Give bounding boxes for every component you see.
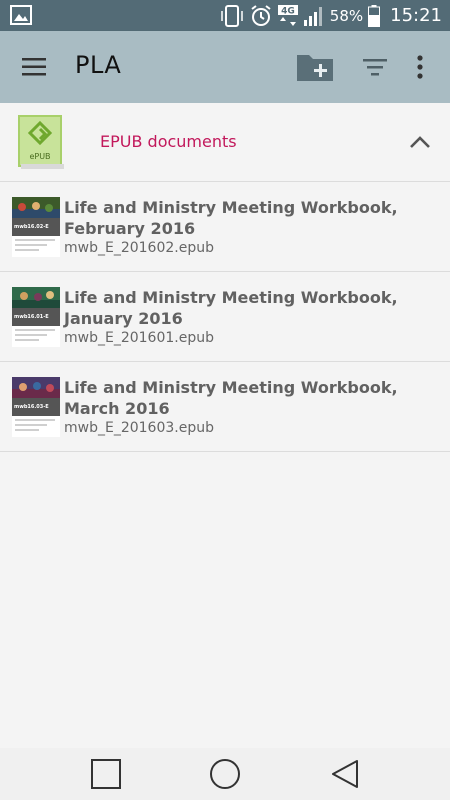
document-list: mwb16.02-E Life and Ministry Meeting Wor… — [0, 182, 450, 452]
battery-percent: 58% — [329, 6, 364, 25]
gallery-notification-icon — [10, 5, 32, 25]
add-folder-icon[interactable] — [295, 51, 335, 83]
thumbnail-lines — [15, 419, 55, 434]
thumbnail-lines — [15, 329, 55, 344]
signal-icon — [303, 6, 322, 26]
system-nav-bar — [0, 748, 450, 800]
more-vert-icon[interactable] — [408, 53, 432, 81]
epub-logo-text: ePUB — [29, 152, 50, 161]
thumbnail-photo — [12, 197, 60, 218]
chevron-up-icon[interactable] — [406, 131, 434, 153]
app-title: PLA — [75, 51, 122, 79]
network-4g-icon: 4G — [277, 4, 298, 26]
thumbnail-code: mwb16.02-E — [12, 218, 60, 236]
document-filename: mwb_E_201601.epub — [64, 330, 214, 346]
document-title: Life and Ministry Meeting Workbook, Janu… — [64, 288, 398, 328]
thumbnail-code: mwb16.03-E — [12, 398, 60, 416]
list-item[interactable]: mwb16.03-E Life and Ministry Meeting Wor… — [0, 362, 450, 452]
alarm-icon — [251, 4, 271, 26]
recent-apps-icon[interactable] — [89, 758, 123, 790]
thumbnail-code: mwb16.01-E — [12, 308, 60, 326]
home-icon[interactable] — [208, 758, 242, 790]
document-title: Life and Ministry Meeting Workbook, Febr… — [64, 198, 398, 238]
document-thumbnail: mwb16.03-E — [12, 377, 60, 437]
clock: 15:21 — [390, 5, 442, 26]
menu-icon[interactable] — [20, 55, 50, 79]
document-thumbnail: mwb16.02-E — [12, 197, 60, 257]
document-filename: mwb_E_201602.epub — [64, 240, 214, 256]
thumbnail-photo — [12, 287, 60, 308]
document-thumbnail: mwb16.01-E — [12, 287, 60, 347]
back-icon[interactable] — [328, 758, 362, 790]
filter-icon[interactable] — [362, 55, 388, 79]
battery-icon — [368, 4, 381, 27]
document-filename: mwb_E_201603.epub — [64, 420, 214, 436]
thumbnail-lines — [15, 239, 55, 254]
status-bar: 4G 58% 15:21 — [0, 0, 450, 31]
list-item[interactable]: mwb16.02-E Life and Ministry Meeting Wor… — [0, 182, 450, 272]
group-title: EPUB documents — [100, 132, 237, 151]
phone-vibrate-icon — [221, 4, 243, 27]
list-item[interactable]: mwb16.01-E Life and Ministry Meeting Wor… — [0, 272, 450, 362]
epub-group-header[interactable]: ePUB EPUB documents — [0, 103, 450, 182]
epub-logo: ePUB — [18, 115, 64, 169]
document-title: Life and Ministry Meeting Workbook, Marc… — [64, 378, 398, 418]
network-type-text: 4G — [281, 6, 295, 16]
thumbnail-photo — [12, 377, 60, 398]
app-toolbar: PLA — [0, 31, 450, 103]
